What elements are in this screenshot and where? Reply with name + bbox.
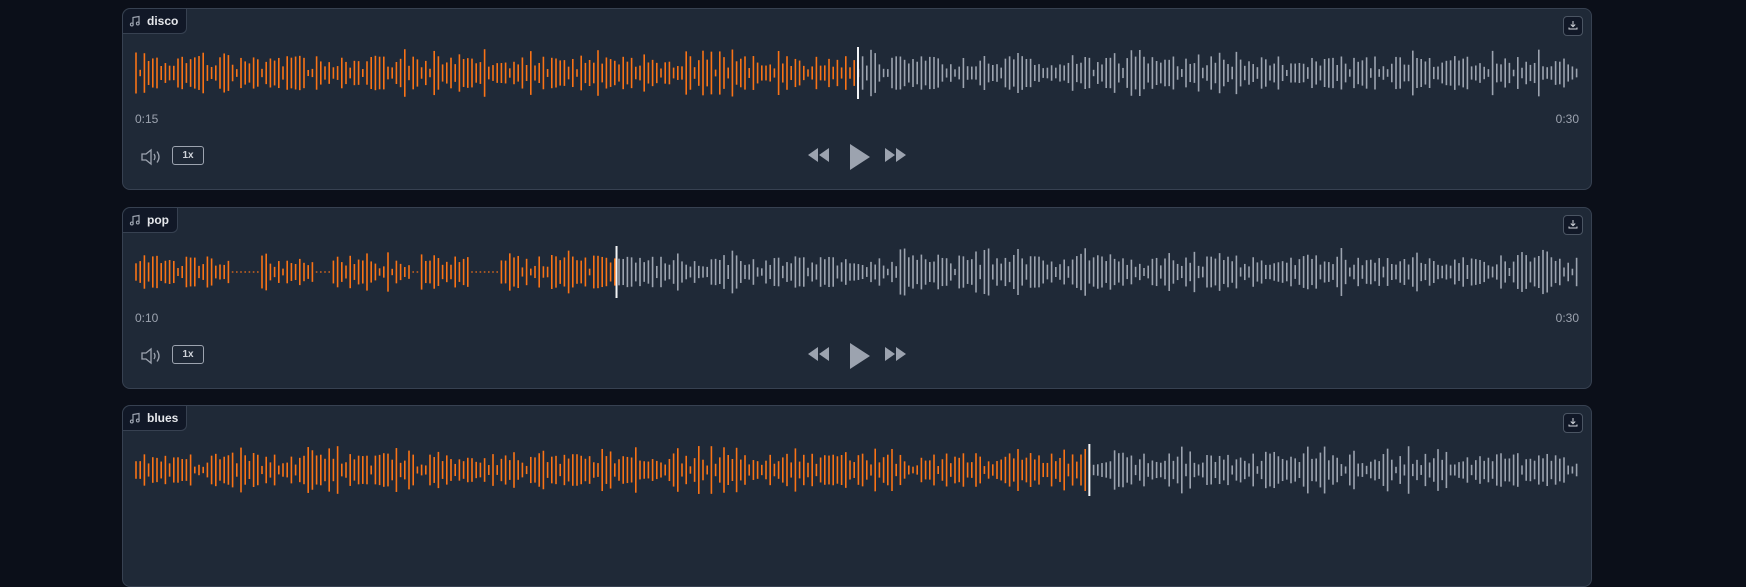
music-note-icon bbox=[129, 412, 141, 424]
track-name: pop bbox=[147, 213, 169, 227]
waveform[interactable] bbox=[135, 47, 1581, 99]
download-icon bbox=[1568, 17, 1578, 35]
download-button[interactable] bbox=[1563, 215, 1583, 235]
rewind-icon[interactable] bbox=[807, 342, 831, 366]
current-time: 0:10 bbox=[135, 311, 159, 325]
playback-speed-button[interactable]: 1x bbox=[172, 345, 204, 364]
waveform[interactable] bbox=[135, 246, 1581, 298]
audio-player-blues: blues bbox=[122, 405, 1592, 587]
audio-player-disco: disco 0:15 0:30 1x bbox=[122, 8, 1592, 190]
download-button[interactable] bbox=[1563, 413, 1583, 433]
audio-player-pop: pop 0:10 0:30 1x bbox=[122, 207, 1592, 389]
waveform[interactable] bbox=[135, 444, 1581, 496]
fast-forward-icon[interactable] bbox=[883, 342, 907, 366]
music-note-icon bbox=[129, 15, 141, 27]
play-icon[interactable] bbox=[847, 342, 871, 370]
download-icon bbox=[1568, 216, 1578, 234]
volume-icon[interactable] bbox=[140, 148, 162, 171]
music-note-icon bbox=[129, 214, 141, 226]
track-label-badge: pop bbox=[123, 208, 178, 233]
playback-speed-button[interactable]: 1x bbox=[172, 146, 204, 165]
play-icon[interactable] bbox=[847, 143, 871, 171]
total-duration: 0:30 bbox=[1555, 112, 1579, 126]
track-label-badge: disco bbox=[123, 9, 188, 34]
track-name: disco bbox=[147, 14, 179, 28]
download-button[interactable] bbox=[1563, 16, 1583, 36]
rewind-icon[interactable] bbox=[807, 143, 831, 167]
track-label-badge: blues bbox=[123, 406, 188, 431]
fast-forward-icon[interactable] bbox=[883, 143, 907, 167]
track-name: blues bbox=[147, 411, 179, 425]
download-icon bbox=[1568, 414, 1578, 432]
volume-icon[interactable] bbox=[140, 347, 162, 370]
current-time: 0:15 bbox=[135, 112, 159, 126]
total-duration: 0:30 bbox=[1555, 311, 1579, 325]
